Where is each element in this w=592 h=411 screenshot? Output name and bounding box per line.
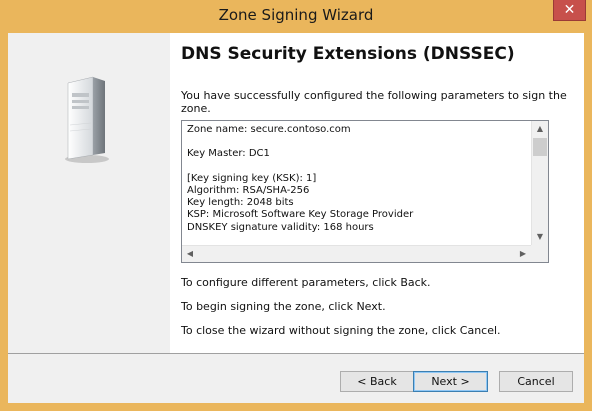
summary-text: Zone name: secure.contoso.com Key Master:… [187,124,527,241]
vertical-scrollbar[interactable]: ▲ ▼ [531,121,548,245]
cancel-button[interactable]: Cancel [499,371,573,392]
wizard-side-panel [8,33,170,353]
wizard-client-area: DNS Security Extensions (DNSSEC) You hav… [8,33,584,403]
summary-line [187,136,527,148]
horizontal-scrollbar[interactable]: ◀ ▶ [182,245,531,262]
page-heading: DNS Security Extensions (DNSSEC) [181,44,515,64]
summary-line [187,161,527,173]
summary-line: Key length: 2048 bits [187,197,294,209]
scroll-right-icon[interactable]: ▶ [515,246,531,262]
summary-line: DNSKEY signature validity: 168 hours [187,221,374,233]
footer-divider [8,353,584,354]
instruction-next: To begin signing the zone, click Next. [181,300,386,313]
scroll-up-icon[interactable]: ▲ [532,121,548,137]
window-title: Zone Signing Wizard [218,6,374,24]
instruction-cancel: To close the wizard without signing the … [181,324,501,337]
title-bar[interactable]: Zone Signing Wizard ✕ [0,0,592,33]
back-button[interactable]: < Back [340,371,414,392]
next-button[interactable]: Next > [413,371,488,392]
scroll-down-icon[interactable]: ▼ [532,229,548,245]
summary-listbox[interactable]: Zone name: secure.contoso.com Key Master:… [181,120,549,263]
scroll-left-icon[interactable]: ◀ [182,246,198,262]
summary-line: [Key signing key (KSK): 1] [187,172,317,184]
vertical-scroll-thumb[interactable] [533,138,547,156]
summary-line: Algorithm: RSA/SHA-256 [187,184,310,196]
instruction-back: To configure different parameters, click… [181,276,431,289]
close-icon: ✕ [563,2,576,18]
scrollbar-corner [531,245,548,262]
close-button[interactable]: ✕ [553,0,586,21]
summary-line: Zone name: secure.contoso.com [187,124,351,135]
intro-text: You have successfully configured the fol… [181,89,567,115]
wizard-content-panel: DNS Security Extensions (DNSSEC) You hav… [170,33,584,353]
server-icon [65,76,109,163]
summary-line: KSP: Microsoft Software Key Storage Prov… [187,209,414,221]
summary-line: Key Master: DC1 [187,148,270,160]
wizard-window: Zone Signing Wizard ✕ DNS Security Exten… [0,0,592,411]
